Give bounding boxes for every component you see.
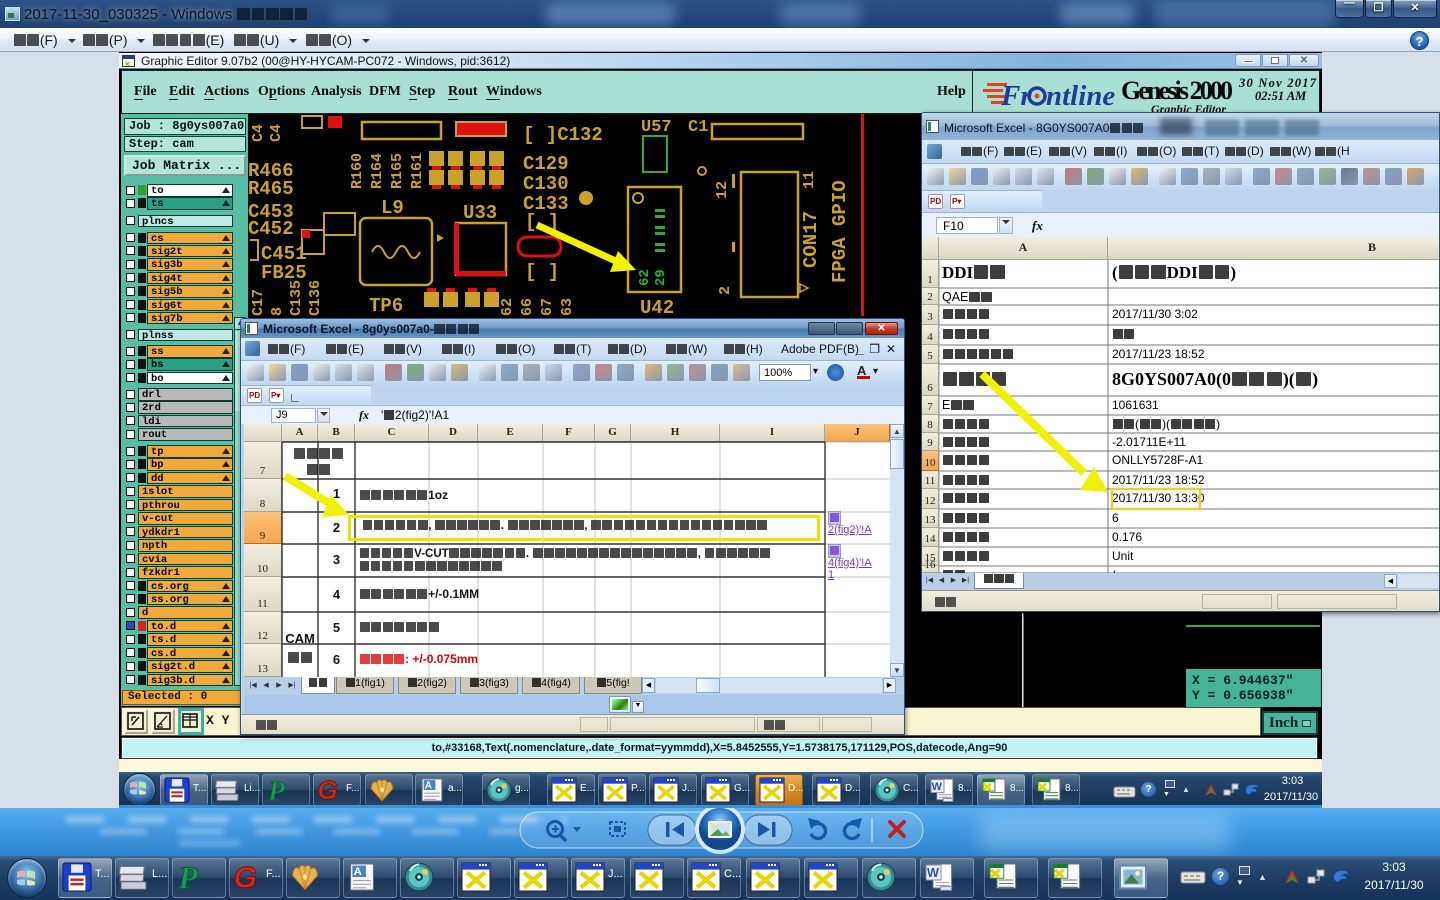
svg-text:TP6: TP6 — [369, 295, 403, 317]
svg-text:X = 6.944637": X = 6.944637" — [1192, 673, 1293, 688]
svg-text:C129: C129 — [523, 153, 569, 175]
svg-text:A: A — [425, 780, 432, 791]
svg-text:P: P — [177, 862, 198, 892]
svg-text:R160: R160 — [349, 153, 366, 189]
svg-text:G: G — [234, 862, 257, 892]
svg-text:U42: U42 — [640, 297, 674, 319]
svg-text:U57: U57 — [641, 118, 672, 137]
svg-text:G: G — [318, 777, 338, 803]
svg-text:A: A — [354, 866, 362, 878]
svg-text:C452: C452 — [248, 218, 294, 240]
svg-text:[ ]: [ ] — [525, 261, 559, 283]
svg-text:R161: R161 — [409, 153, 426, 189]
svg-text:R165: R165 — [389, 153, 406, 189]
svg-text:C1: C1 — [688, 118, 708, 137]
svg-text:02:51 AM: 02:51 AM — [1255, 89, 1307, 103]
svg-text:66: 66 — [519, 298, 536, 316]
svg-text:ntline: ntline — [1046, 80, 1115, 112]
svg-text:CON17: CON17 — [800, 211, 822, 268]
svg-text:63: 63 — [559, 298, 576, 316]
svg-text:C136: C136 — [307, 280, 324, 316]
svg-text:C135: C135 — [288, 280, 305, 316]
svg-text:L9: L9 — [381, 197, 404, 219]
svg-text:62: 62 — [637, 269, 653, 286]
svg-text:R164: R164 — [369, 153, 386, 189]
svg-text:W: W — [932, 781, 943, 793]
svg-text:Genesis 2000: Genesis 2000 — [1121, 76, 1233, 105]
svg-text:[ ]C132: [ ]C132 — [523, 124, 603, 146]
svg-text:12: 12 — [714, 181, 731, 199]
svg-text:C4: C4 — [268, 124, 285, 142]
svg-text:11: 11 — [801, 171, 818, 189]
svg-text:C17: C17 — [250, 289, 267, 316]
svg-text:Y = 0.656938": Y = 0.656938" — [1192, 688, 1293, 703]
svg-text:30 Nov 2017: 30 Nov 2017 — [1238, 76, 1317, 90]
svg-text:W: W — [927, 866, 939, 880]
svg-text:2: 2 — [717, 286, 734, 295]
svg-text:U33: U33 — [463, 202, 497, 224]
svg-text:62: 62 — [499, 298, 516, 316]
svg-text:P: P — [267, 777, 285, 803]
svg-text:FPGA GPIO: FPGA GPIO — [829, 180, 851, 283]
svg-text:R465: R465 — [248, 178, 294, 200]
svg-text:29: 29 — [653, 269, 669, 286]
svg-text:8: 8 — [269, 307, 286, 316]
svg-text:67: 67 — [539, 298, 556, 316]
svg-text:C4: C4 — [250, 124, 267, 142]
svg-text:C130: C130 — [523, 173, 569, 195]
